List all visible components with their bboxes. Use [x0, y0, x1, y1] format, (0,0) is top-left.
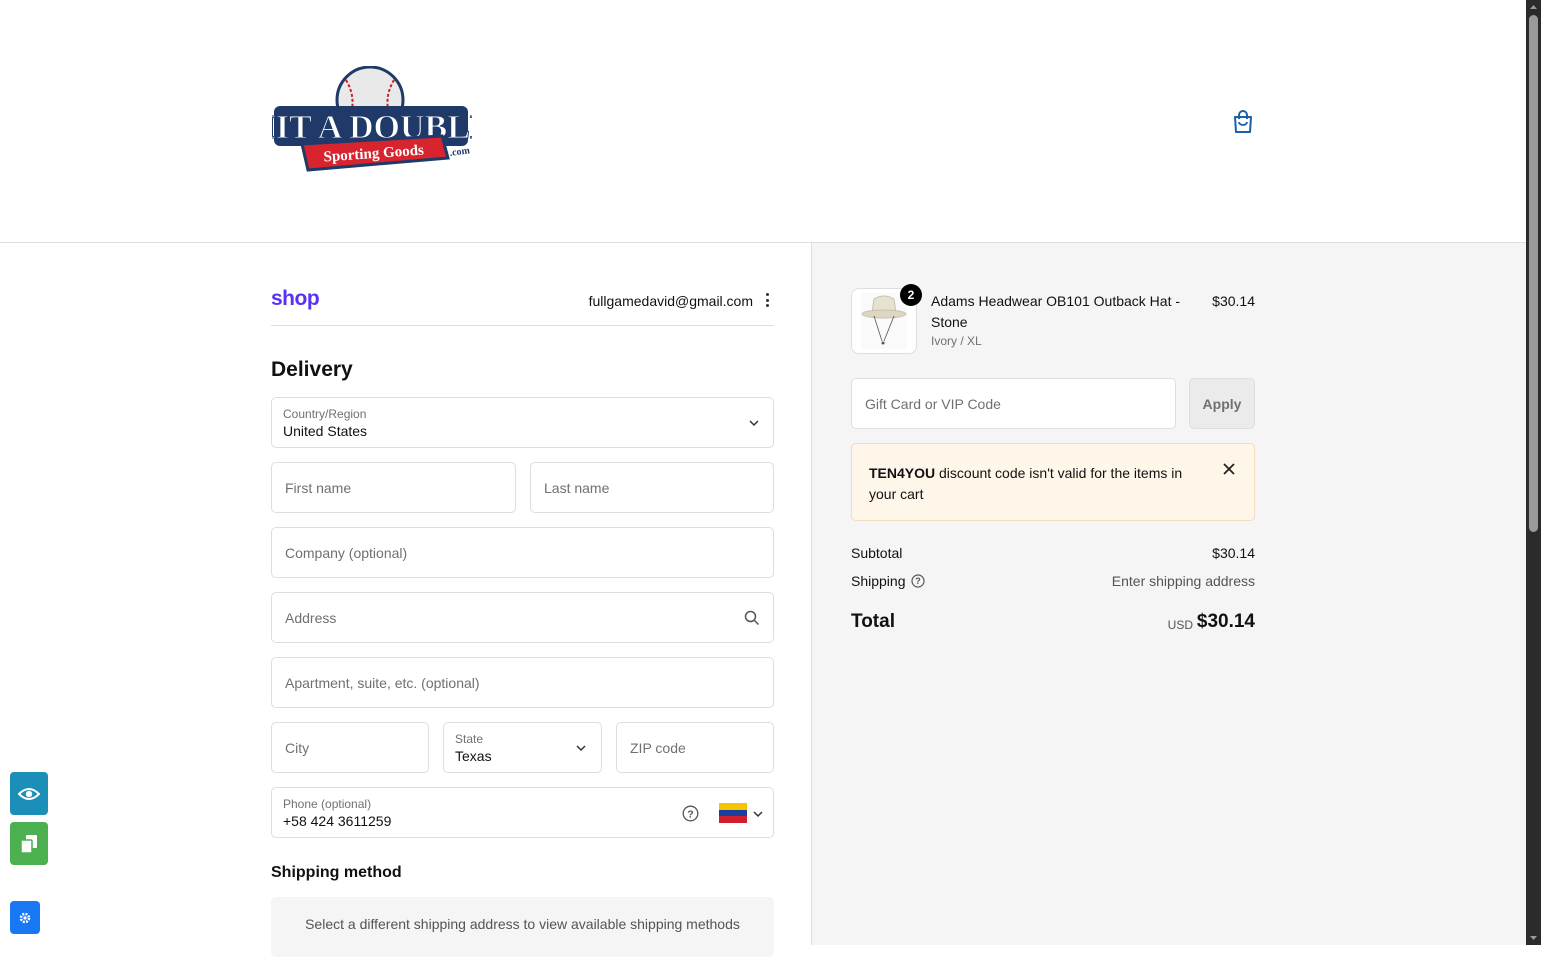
help-icon[interactable]: ?: [682, 805, 699, 822]
page-scrollbar[interactable]: [1526, 0, 1541, 945]
svg-text:.com: .com: [449, 145, 471, 159]
shipping-label: Shipping: [851, 573, 906, 589]
total-label: Total: [851, 611, 895, 632]
first-name-field[interactable]: [271, 462, 516, 513]
account-menu-button[interactable]: [762, 291, 772, 309]
state-value: Texas: [455, 748, 492, 764]
state-label: State: [455, 732, 484, 746]
company-input[interactable]: [283, 528, 762, 577]
account-email: fullgamedavid@gmail.com: [588, 293, 753, 309]
product-name: Adams Headwear OB101 Outback Hat - Stone: [931, 293, 1181, 330]
chevron-down-icon: [576, 745, 586, 752]
cart-button[interactable]: [1230, 108, 1256, 136]
shop-account-row: shop fullgamedavid@gmail.com: [271, 285, 774, 326]
total-currency: USD: [1167, 618, 1193, 632]
apartment-field[interactable]: [271, 657, 774, 708]
chevron-down-icon: [753, 811, 763, 818]
address-input[interactable]: [283, 593, 733, 642]
zip-input[interactable]: [628, 723, 762, 772]
discount-error-alert: TEN4YOU discount code isn't valid for th…: [851, 443, 1255, 521]
shipping-method-message: Select a different shipping address to v…: [305, 916, 740, 932]
last-name-field[interactable]: [530, 462, 774, 513]
delivery-heading: Delivery: [271, 358, 353, 381]
settings-widget-button[interactable]: [10, 901, 40, 934]
discount-code-input[interactable]: [863, 379, 1164, 428]
close-icon[interactable]: [1222, 462, 1236, 476]
country-value: United States: [283, 423, 368, 439]
alert-code: TEN4YOU: [869, 465, 936, 481]
address-field[interactable]: [271, 592, 774, 643]
scroll-up-icon[interactable]: [1529, 3, 1538, 12]
scroll-down-icon[interactable]: [1529, 933, 1538, 942]
chevron-down-icon: [749, 420, 759, 427]
svg-text:?: ?: [915, 576, 921, 586]
order-summary-panel: [812, 243, 1526, 945]
state-select[interactable]: State Texas: [443, 722, 602, 773]
last-name-input[interactable]: [542, 463, 762, 512]
country-select[interactable]: Country/Region United States: [271, 397, 774, 448]
subtotal-label: Subtotal: [851, 545, 903, 561]
hit-a-double-logo[interactable]: HIT A DOUBLE Sporting Goods .com: [272, 66, 472, 178]
country-label: Country/Region: [283, 407, 367, 421]
phone-country-select[interactable]: [719, 802, 765, 826]
copy-widget-button[interactable]: [10, 822, 48, 865]
quantity-badge: 2: [900, 284, 922, 306]
site-header: HIT A DOUBLE Sporting Goods .com: [0, 0, 1526, 243]
scrollbar-thumb[interactable]: [1529, 15, 1538, 532]
product-price: $30.14: [1212, 293, 1255, 309]
phone-value[interactable]: +58 424 3611259: [283, 813, 391, 829]
apartment-input[interactable]: [283, 658, 762, 707]
gear-icon: [19, 912, 31, 923]
phone-field[interactable]: Phone (optional) +58 424 3611259 ?: [271, 787, 774, 838]
subtotal-value: $30.14: [1212, 545, 1255, 561]
shipping-method-notice: Select a different shipping address to v…: [271, 897, 774, 957]
shipping-value: Enter shipping address: [1111, 573, 1255, 589]
copy-icon: [20, 834, 37, 854]
svg-text:?: ?: [687, 808, 693, 820]
city-input[interactable]: [283, 723, 417, 772]
apply-discount-button[interactable]: Apply: [1189, 378, 1255, 429]
discount-code-field[interactable]: [851, 378, 1176, 429]
total-value: $30.14: [1196, 611, 1255, 632]
accessibility-view-button[interactable]: [10, 772, 48, 815]
eye-icon: [18, 787, 40, 800]
shopping-bag-icon: [1234, 110, 1252, 133]
venezuela-flag-icon: [719, 803, 747, 823]
product-variant: Ivory / XL: [931, 334, 982, 348]
question-circle-icon[interactable]: ?: [911, 574, 925, 588]
city-field[interactable]: [271, 722, 429, 773]
phone-label: Phone (optional): [283, 797, 372, 811]
search-icon: [744, 610, 760, 626]
alert-message: TEN4YOU discount code isn't valid for th…: [869, 463, 1199, 505]
zip-field[interactable]: [616, 722, 774, 773]
shop-pay-logo[interactable]: shop: [271, 287, 320, 311]
company-field[interactable]: [271, 527, 774, 578]
first-name-input[interactable]: [283, 463, 504, 512]
shipping-method-heading: Shipping method: [271, 864, 402, 881]
